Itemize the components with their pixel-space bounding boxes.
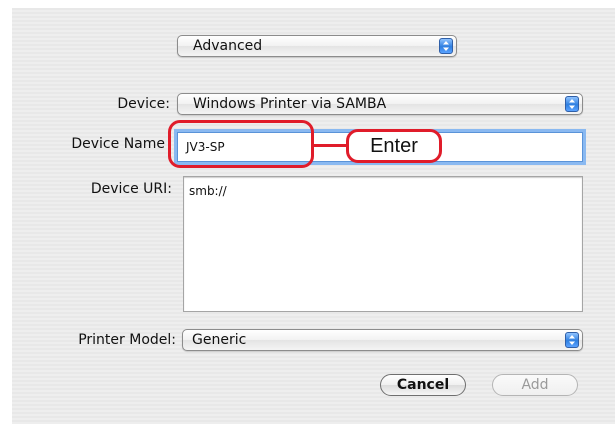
popup-arrows-icon: [565, 332, 579, 348]
printer-model-popup[interactable]: Generic: [182, 329, 583, 351]
device-label: Device:: [117, 96, 170, 112]
device-popup[interactable]: Windows Printer via SAMBA: [177, 93, 583, 115]
device-name-label: Device Name: [71, 136, 165, 152]
device-uri-label: Device URI:: [90, 181, 172, 197]
configuration-popup[interactable]: Advanced: [177, 35, 457, 57]
printer-model-popup-value: Generic: [192, 332, 247, 348]
cancel-button[interactable]: Cancel: [380, 374, 466, 396]
callout-enter: Enter: [346, 129, 442, 163]
printer-model-label: Printer Model:: [78, 332, 176, 348]
device-uri-field[interactable]: smb://: [183, 176, 583, 312]
add-printer-dialog: Advanced Device: Windows Printer via SAM…: [12, 8, 615, 424]
device-uri-value: smb://: [189, 184, 227, 198]
callout-connector: [312, 144, 348, 147]
configuration-popup-label: Advanced: [193, 38, 263, 54]
popup-arrows-icon: [439, 38, 453, 54]
device-name-highlight: [168, 120, 314, 168]
device-popup-value: Windows Printer via SAMBA: [193, 96, 387, 112]
popup-arrows-icon: [565, 96, 579, 112]
add-button[interactable]: Add: [492, 374, 578, 396]
